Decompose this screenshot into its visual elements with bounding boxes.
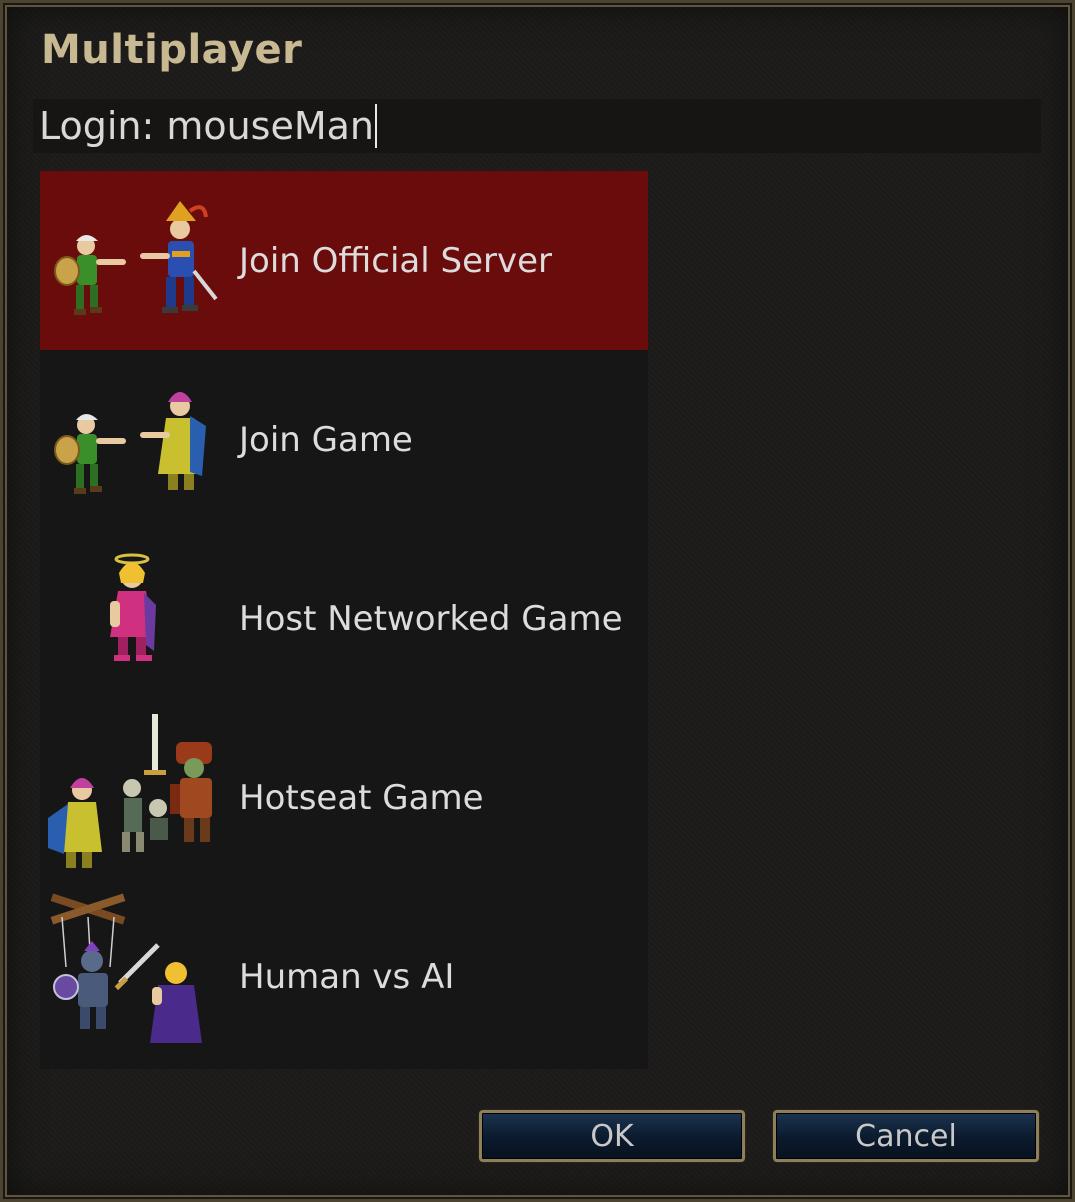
puppet-knight-and-mage-icon — [50, 893, 202, 1043]
menu-item-join-official-server[interactable]: Join Official Server — [40, 171, 648, 350]
login-input[interactable]: mouseMan — [166, 99, 378, 153]
menu-item-join-game[interactable]: Join Game — [40, 350, 648, 529]
princess-icon — [110, 553, 156, 661]
menu-item-human-vs-ai[interactable]: Human vs AI — [40, 887, 648, 1066]
mage-undead-orc-group-icon — [48, 714, 212, 868]
menu-item-label: Hotseat Game — [239, 777, 484, 818]
text-caret — [375, 104, 378, 148]
elf-and-mage-handshake-icon — [54, 392, 206, 494]
menu-item-label: Join Official Server — [239, 240, 552, 281]
elf-and-knight-handshake-icon — [54, 201, 218, 315]
menu-item-hotseat-game[interactable]: Hotseat Game — [40, 708, 648, 887]
menu-item-label: Join Game — [239, 419, 413, 460]
menu-item-host-networked-game[interactable]: Host Networked Game — [40, 529, 648, 708]
dialog-title: Multiplayer — [41, 27, 303, 73]
login-value: mouseMan — [166, 104, 375, 148]
menu-item-label: Host Networked Game — [239, 598, 623, 639]
ok-button[interactable]: OK — [479, 1110, 745, 1162]
login-row: Login: mouseMan — [33, 99, 1041, 153]
menu-item-label: Human vs AI — [239, 956, 455, 997]
multiplayer-dialog: Multiplayer Login: mouseMan Join Officia… — [0, 0, 1075, 1202]
cancel-button[interactable]: Cancel — [773, 1110, 1039, 1162]
multiplayer-menu: Join Official Server Join Game Host Netw… — [40, 171, 648, 1069]
login-label: Login: — [39, 104, 155, 148]
